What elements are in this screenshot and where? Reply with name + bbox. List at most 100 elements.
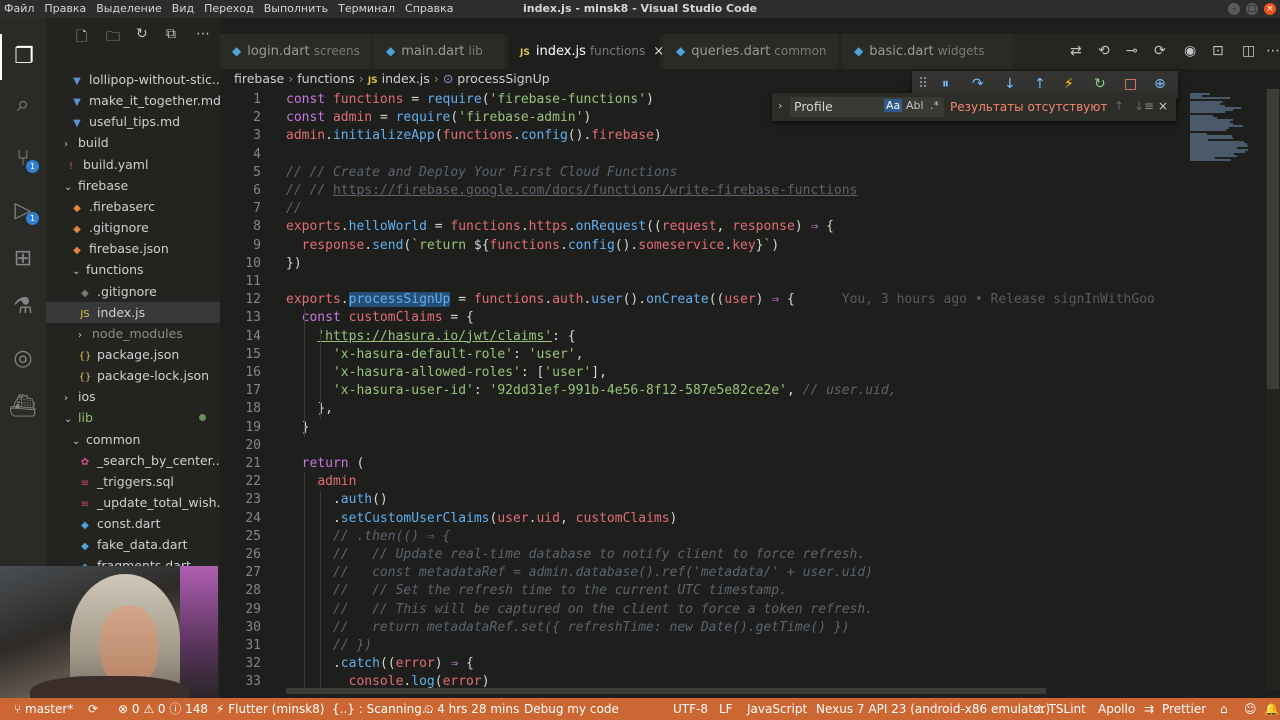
step-over-icon[interactable]: ↷ xyxy=(972,76,984,92)
pause-icon[interactable]: ⏸ xyxy=(942,76,949,92)
step-into-icon[interactable]: ↓ xyxy=(1004,76,1016,92)
code-line[interactable]: 14 'https://hasura.io/jwt/claims': { xyxy=(220,328,1188,346)
open-changes-icon[interactable]: ◉ xyxy=(1184,43,1196,59)
tree-folder[interactable]: ⌄ common xyxy=(46,429,220,450)
source-control-icon[interactable]: ⑂ 1 xyxy=(0,136,46,182)
tree-file[interactable]: ▼ make_it_together.md xyxy=(46,90,220,111)
code-line[interactable]: 17 'x-hasura-user-id': '92dd31ef-991b-4e… xyxy=(220,382,1188,400)
tree-folder[interactable]: ⌄ firebase xyxy=(46,175,220,196)
code-line[interactable]: 22 admin xyxy=(220,473,1188,491)
close-tab-icon[interactable]: × xyxy=(653,44,664,59)
new-file-icon[interactable]: 🗋 xyxy=(76,26,87,50)
find-in-selection-icon[interactable]: ≡ xyxy=(1144,99,1154,113)
maximize-button[interactable]: □ xyxy=(1246,3,1258,15)
code-line[interactable]: 25 // .then(() ⇒ { xyxy=(220,528,1188,546)
tree-file[interactable]: {} package-lock.json xyxy=(46,365,220,386)
debug-config[interactable]: Debug my code xyxy=(524,698,619,720)
tree-folder[interactable]: ⌄ functions xyxy=(46,259,220,280)
time-tracker[interactable]: ⏲ 4 hrs 28 mins xyxy=(424,698,519,720)
encoding-indicator[interactable]: UTF-8 xyxy=(673,698,708,720)
tree-file[interactable]: ◆ .firebaserc xyxy=(46,196,220,217)
tree-file[interactable]: ◆ .gitignore xyxy=(46,281,220,302)
code-line[interactable]: 16 'x-hasura-allowed-roles': ['user'], xyxy=(220,364,1188,382)
whole-word-toggle[interactable]: Abl xyxy=(906,99,924,112)
apollo-indicator[interactable]: Apollo xyxy=(1098,698,1135,720)
code-line[interactable]: 4 xyxy=(220,146,1188,164)
code-line[interactable]: 15 'x-hasura-default-role': 'user', xyxy=(220,346,1188,364)
match-case-toggle[interactable]: Aa xyxy=(884,99,903,112)
breadcrumb-item[interactable]: index.js xyxy=(382,71,430,86)
problems-indicator[interactable]: ⊗ 0 ⚠ 0 ⓘ 148 xyxy=(118,698,208,720)
inspect-widget-icon[interactable]: ⊕ xyxy=(1154,76,1166,92)
close-find-icon[interactable]: × xyxy=(1158,99,1168,113)
code-line[interactable]: 21 return ( xyxy=(220,455,1188,473)
breadcrumb-item[interactable]: processSignUp xyxy=(457,71,549,86)
search-icon[interactable]: ⌕ xyxy=(0,82,46,128)
previous-match-icon[interactable]: ↑ xyxy=(1114,99,1124,113)
code-line[interactable]: 19 } xyxy=(220,419,1188,437)
new-folder-icon[interactable]: 🗀 xyxy=(106,26,120,50)
code-line[interactable]: 10}) xyxy=(220,255,1188,273)
close-window-button[interactable]: × xyxy=(1264,3,1276,15)
next-match-icon[interactable]: ↓ xyxy=(1134,99,1144,113)
code-line[interactable]: 8 exports.helloWorld = functions.https.on… xyxy=(220,218,1188,236)
go-back-icon[interactable]: ⟲ xyxy=(1098,43,1110,59)
code-line[interactable]: 18 }, xyxy=(220,400,1188,418)
tree-file[interactable]: ◆ .gitignore xyxy=(46,217,220,238)
drag-handle-icon[interactable]: ⠿ xyxy=(918,76,928,92)
tree-file[interactable]: ! build.yaml xyxy=(46,154,220,175)
code-line[interactable]: 29 // // This will be captured on the cl… xyxy=(220,601,1188,619)
refresh-icon[interactable]: ↻ xyxy=(136,26,148,42)
code-line[interactable]: 26 // // Update real-time database to no… xyxy=(220,546,1188,564)
more-actions-icon[interactable]: ⋯ xyxy=(196,26,210,42)
git-graph-icon[interactable]: ◎ xyxy=(0,336,46,382)
toggle-replace-icon[interactable]: › xyxy=(778,99,782,112)
code-line[interactable]: 7 // xyxy=(220,200,1188,218)
tab-index-js[interactable]: JS index.js functions × xyxy=(508,34,664,69)
compare-icon[interactable]: ⇄ xyxy=(1070,43,1082,59)
code-line[interactable]: 13 const customClaims = { xyxy=(220,309,1188,327)
minimize-button[interactable]: – xyxy=(1228,3,1240,15)
horizontal-scrollbar[interactable] xyxy=(286,688,1046,694)
code-line[interactable]: 24 .setCustomUserClaims(user.uid, custom… xyxy=(220,510,1188,528)
tab-queries-dart[interactable]: ◆ queries.dart common xyxy=(664,34,838,69)
tree-file[interactable]: ◆ const.dart xyxy=(46,513,220,534)
minimap[interactable] xyxy=(1188,89,1266,690)
tree-folder[interactable]: › node_modules xyxy=(46,323,220,344)
step-out-icon[interactable]: ↑ xyxy=(1034,76,1046,92)
explorer-icon[interactable]: ❐ xyxy=(0,34,46,80)
code-line[interactable]: 9 response.send(`return ${functions.conf… xyxy=(220,237,1188,255)
code-line[interactable]: 5 // // Create and Deploy Your First Clou… xyxy=(220,164,1188,182)
tree-folder[interactable]: › ios xyxy=(46,386,220,407)
code-line[interactable]: 30 // return metadataRef.set({ refreshTi… xyxy=(220,619,1188,637)
navigate-icon[interactable]: ⊸ xyxy=(1126,43,1138,59)
collapse-all-icon[interactable]: ⧉ xyxy=(166,26,176,42)
code-line[interactable]: 31 // }) xyxy=(220,637,1188,655)
code-line[interactable]: 28 // // Set the refresh time to the cur… xyxy=(220,582,1188,600)
tree-file[interactable]: ▼ lollipop-without-stic... xyxy=(46,69,220,90)
go-forward-icon[interactable]: ⟳ xyxy=(1154,43,1166,59)
device-indicator[interactable]: Nexus 7 API 23 (android-x86 emulator) xyxy=(816,698,1050,720)
stop-icon[interactable]: □ xyxy=(1124,76,1137,92)
vertical-scrollbar[interactable] xyxy=(1266,89,1280,690)
tree-file[interactable]: ◆ fake_data.dart xyxy=(46,534,220,555)
preview-icon[interactable]: ⊡ xyxy=(1212,43,1224,59)
code-line[interactable]: 32 .catch((error) ⇒ { xyxy=(220,655,1188,673)
tree-file[interactable]: ▼ useful_tips.md xyxy=(46,111,220,132)
feedback-icon[interactable]: ☺ xyxy=(1244,698,1257,720)
tree-file[interactable]: ✿ _search_by_center.... xyxy=(46,450,220,471)
tree-file[interactable]: ◆ firebase.json xyxy=(46,238,220,259)
testing-icon[interactable]: ⚗ xyxy=(0,284,46,330)
tslint-indicator[interactable]: ⚠ TSLint xyxy=(1034,698,1086,720)
run-debug-icon[interactable]: ▷ 1 xyxy=(0,188,46,234)
language-indicator[interactable]: JavaScript xyxy=(747,698,807,720)
tab-basic-dart[interactable]: ◆ basic.dart widgets xyxy=(842,34,1012,69)
tree-file[interactable]: ≡ _triggers.sql xyxy=(46,471,220,492)
tab-main-dart[interactable]: ◆ main.dart lib xyxy=(374,34,504,69)
docker-icon[interactable]: ⛴ xyxy=(0,384,46,430)
flutter-indicator[interactable]: ⚡ Flutter (minsk8) xyxy=(216,698,324,720)
tree-file[interactable]: {} package.json xyxy=(46,344,220,365)
restart-icon[interactable]: ↻ xyxy=(1094,76,1106,92)
scrollbar-thumb[interactable] xyxy=(1267,89,1279,389)
hot-reload-icon[interactable]: ⚡ xyxy=(1064,76,1074,92)
